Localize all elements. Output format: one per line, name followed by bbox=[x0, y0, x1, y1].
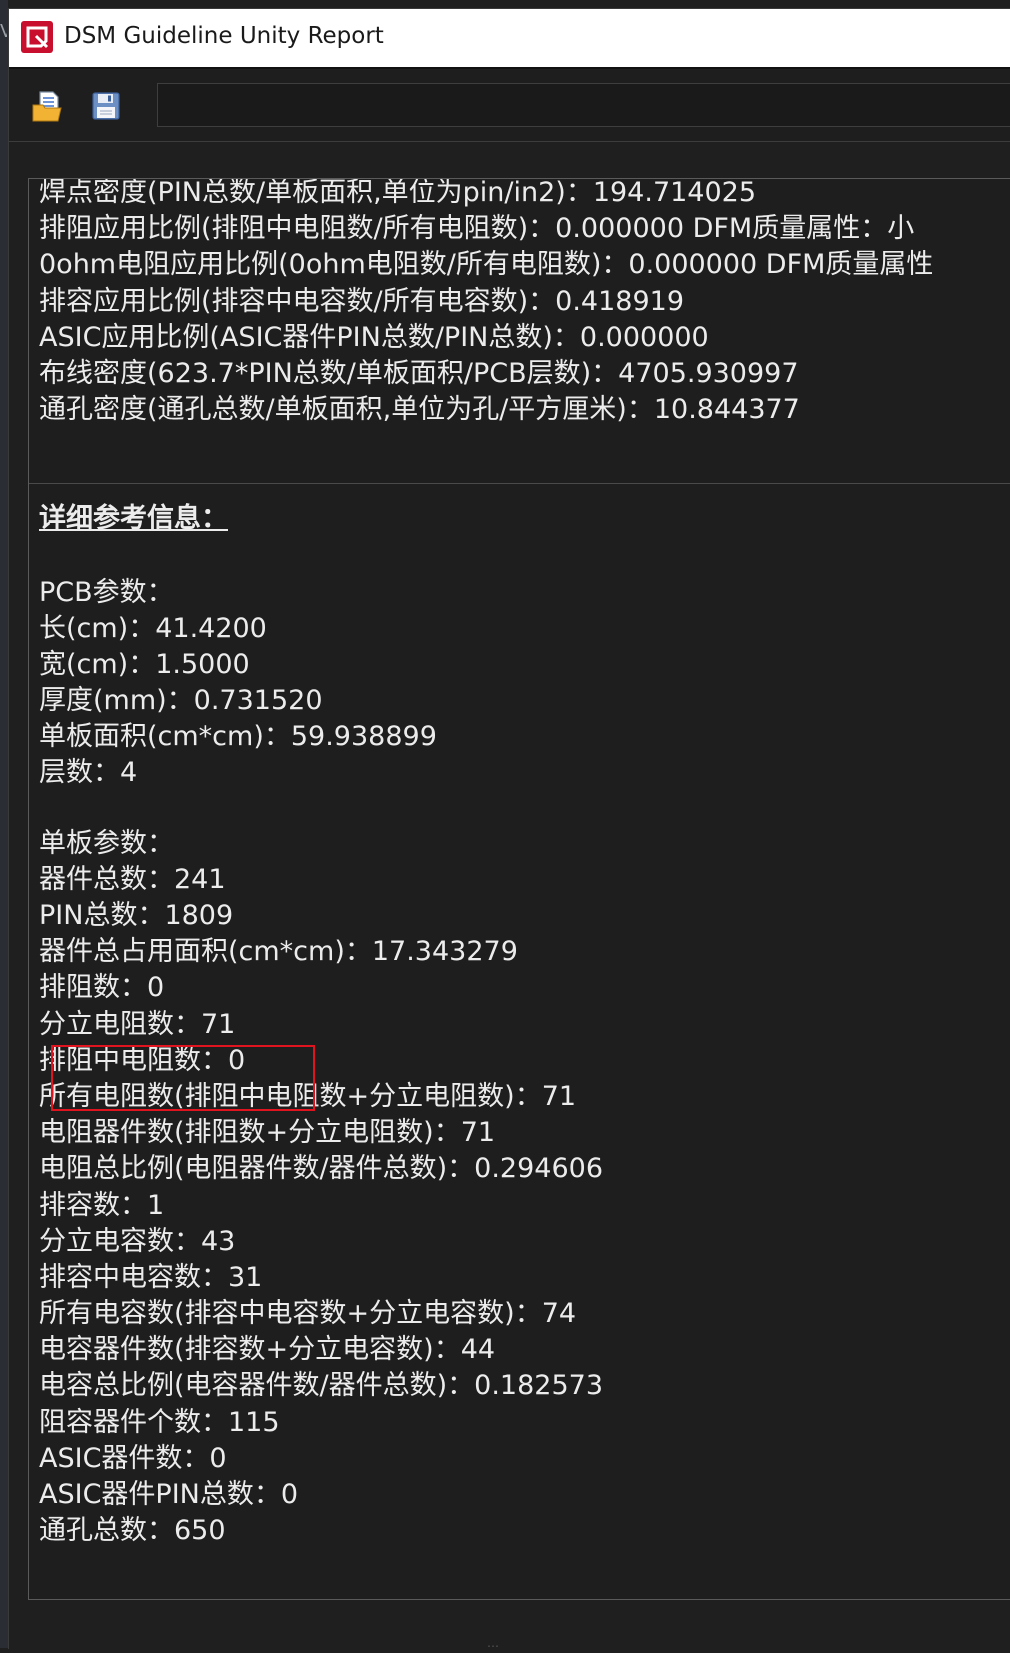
highlight-annotation-box bbox=[51, 1045, 315, 1111]
board-param-line: 所有电容数(排容中电容数+分立电容数)：74 bbox=[39, 1298, 577, 1330]
board-param-line: 排容中电容数：31 bbox=[39, 1261, 263, 1293]
toolbar bbox=[9, 69, 1010, 142]
board-param-line: 分立电容数：43 bbox=[39, 1225, 236, 1257]
summary-line: ASIC应用比例(ASIC器件PIN总数/PIN总数)：0.000000 bbox=[39, 321, 709, 353]
board-param-line: 阻容器件个数：115 bbox=[39, 1406, 280, 1438]
summary-section: 焊点密度(PIN总数/单板面积,单位为pin/in2)：194.714025 排阻… bbox=[39, 178, 1010, 428]
pcb-param-line: 厚度(mm)：0.731520 bbox=[39, 685, 323, 717]
board-params-heading: 单板参数： bbox=[39, 827, 174, 859]
board-param-line: 排阻数：0 bbox=[39, 972, 165, 1004]
report-text-area[interactable]: 焊点密度(PIN总数/单板面积,单位为pin/in2)：194.714025 排阻… bbox=[28, 178, 1010, 1600]
desktop-background-strip: V bbox=[0, 0, 8, 1648]
board-param-line: 排容数：1 bbox=[39, 1189, 165, 1221]
pcb-param-line: 长(cm)：41.4200 bbox=[39, 612, 267, 644]
board-param-line: 电阻器件数(排阻数+分立电阻数)：71 bbox=[39, 1117, 496, 1149]
board-params-section: 器件总数：241 PIN总数：1809 器件总占用面积(cm*cm)：17.3432… bbox=[39, 862, 1010, 1550]
title-bar[interactable]: DSM Guideline Unity Report bbox=[9, 9, 1010, 69]
report-content: 焊点密度(PIN总数/单板面积,单位为pin/in2)：194.714025 排阻… bbox=[29, 178, 1010, 1550]
summary-line: 排阻应用比例(排阻中电阻数/所有电阻数)：0.000000 DFM质量属性：小 bbox=[39, 213, 915, 245]
detail-heading: 详细参考信息： bbox=[39, 502, 228, 534]
board-param-line: 电容总比例(电容器件数/器件总数)：0.182573 bbox=[39, 1370, 603, 1402]
pcb-params-section: 长(cm)：41.4200 宽(cm)：1.5000 厚度(mm)：0.731520… bbox=[39, 611, 1010, 792]
board-param-line: 器件总数：241 bbox=[39, 863, 226, 895]
desktop-fragment: V bbox=[0, 22, 7, 42]
board-param-line: 电阻总比例(电阻器件数/器件总数)：0.294606 bbox=[39, 1153, 603, 1185]
board-param-line: 分立电阻数：71 bbox=[39, 1008, 236, 1040]
path-field[interactable] bbox=[157, 83, 1010, 127]
app-logo-icon bbox=[21, 21, 53, 53]
board-param-line: ASIC器件数：0 bbox=[39, 1442, 227, 1474]
pcb-param-line: 单板面积(cm*cm)：59.938899 bbox=[39, 721, 437, 753]
summary-line: 布线密度(623.7*PIN总数/单板面积/PCB层数)：4705.930997 bbox=[39, 357, 799, 389]
summary-line: 焊点密度(PIN总数/单板面积,单位为pin/in2)：194.714025 bbox=[39, 178, 757, 208]
summary-line: 0ohm电阻应用比例(0ohm电阻数/所有电阻数)：0.000000 DFM质量… bbox=[39, 249, 934, 281]
board-param-line: 通孔总数：650 bbox=[39, 1515, 226, 1547]
pcb-params-heading: PCB参数： bbox=[39, 576, 174, 608]
section-divider bbox=[29, 482, 1010, 484]
save-disk-icon[interactable] bbox=[89, 89, 123, 123]
window-title: DSM Guideline Unity Report bbox=[64, 23, 384, 49]
pcb-param-line: 层数：4 bbox=[39, 757, 138, 789]
board-param-line: ASIC器件PIN总数：0 bbox=[39, 1479, 299, 1510]
pcb-param-line: 宽(cm)：1.5000 bbox=[39, 648, 250, 680]
summary-line: 排容应用比例(排容中电容数/所有电容数)：0.418919 bbox=[39, 285, 684, 317]
report-window: DSM Guideline Unity Report 焊点密度(PIN总数/单板… bbox=[8, 8, 1010, 1653]
board-param-line: 电容器件数(排容数+分立电容数)：44 bbox=[39, 1334, 496, 1366]
resize-grip-icon[interactable]: ⋯ bbox=[487, 1639, 499, 1653]
open-folder-icon[interactable] bbox=[31, 89, 65, 123]
board-param-line: 器件总占用面积(cm*cm)：17.343279 bbox=[39, 936, 518, 968]
board-param-line: PIN总数：1809 bbox=[39, 900, 234, 931]
summary-line: 通孔密度(通孔总数/单板面积,单位为孔/平方厘米)：10.844377 bbox=[39, 394, 800, 426]
